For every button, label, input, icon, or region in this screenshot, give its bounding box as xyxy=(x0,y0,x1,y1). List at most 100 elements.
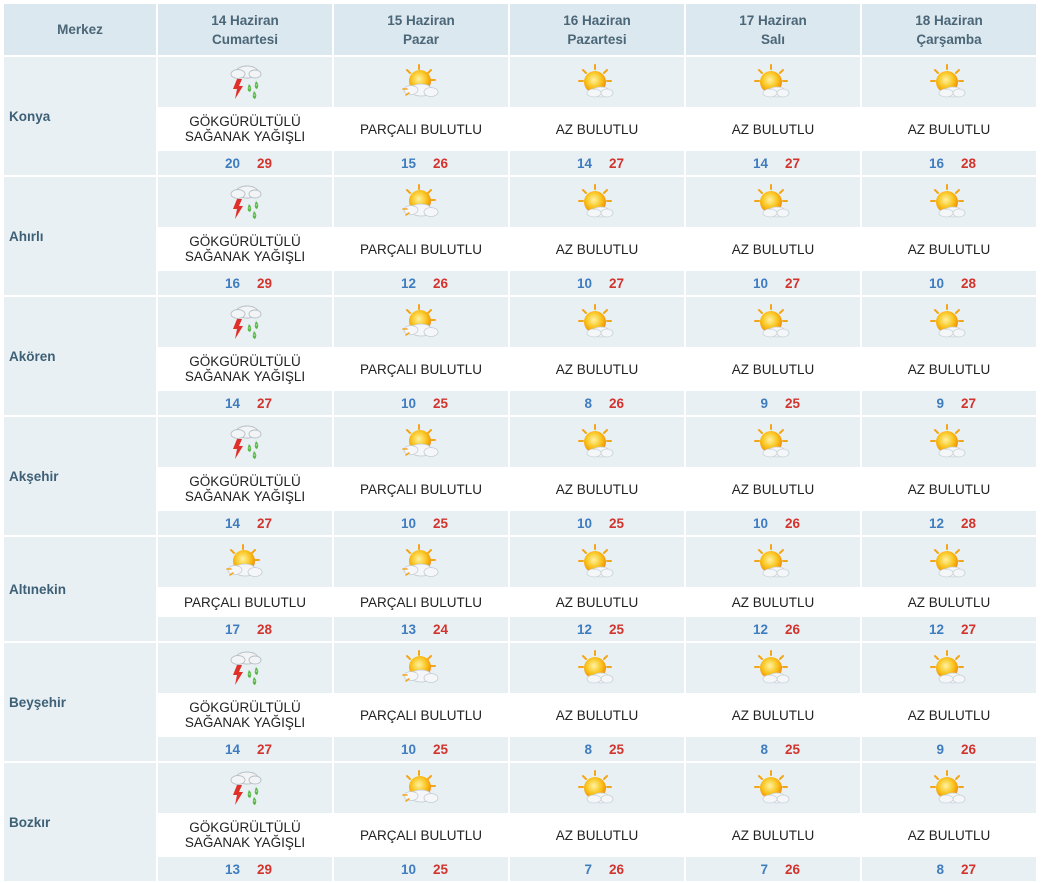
weather-description: GÖKGÜRÜLTÜLÜ SAĞANAK YAĞIŞLI xyxy=(158,469,332,509)
description-line: SAĞANAK YAĞIŞLI xyxy=(184,369,306,384)
description-line: AZ BULUTLU xyxy=(907,827,991,843)
weather-icon-cell xyxy=(334,417,508,467)
min-temperature: 9 xyxy=(936,741,944,757)
description-line: AZ BULUTLU xyxy=(907,707,991,723)
description-line: PARÇALI BULUTLU xyxy=(359,481,483,497)
min-temperature: 14 xyxy=(224,741,240,757)
max-temperature: 28 xyxy=(960,155,976,171)
city-name[interactable]: Konya xyxy=(4,57,156,175)
temperature-cell: 17 28 xyxy=(158,617,332,641)
min-temperature: 9 xyxy=(936,395,944,411)
weather-description: GÖKGÜRÜLTÜLÜ SAĞANAK YAĞIŞLI xyxy=(158,695,332,735)
description-line: PARÇALI BULUTLU xyxy=(359,121,483,137)
description-line: PARÇALI BULUTLU xyxy=(359,361,483,377)
max-temperature: 25 xyxy=(432,395,448,411)
thunderstorm-rain-icon xyxy=(225,62,265,102)
temperature-cell: 12 28 xyxy=(862,511,1036,535)
max-temperature: 25 xyxy=(432,741,448,757)
temperature-cell: 8 26 xyxy=(510,391,684,415)
min-temperature: 8 xyxy=(584,741,592,757)
description-line: AZ BULUTLU xyxy=(731,241,815,257)
min-temperature: 14 xyxy=(752,155,768,171)
weather-icon-cell xyxy=(862,537,1036,587)
weather-icon-cell xyxy=(510,763,684,813)
description-line: SAĞANAK YAĞIŞLI xyxy=(184,835,306,850)
weather-description: PARÇALI BULUTLU xyxy=(334,229,508,269)
max-temperature: 27 xyxy=(784,155,800,171)
description-line: AZ BULUTLU xyxy=(731,707,815,723)
city-name[interactable]: Ahırlı xyxy=(4,177,156,295)
max-temperature: 24 xyxy=(432,621,448,637)
day-weekday: Cumartesi xyxy=(211,31,279,47)
description-line: PARÇALI BULUTLU xyxy=(359,241,483,257)
city-temp-row: 14 27 10 25 8 26 9 25 9 27 xyxy=(4,391,1036,415)
max-temperature: 25 xyxy=(608,621,624,637)
description-line: AZ BULUTLU xyxy=(555,241,639,257)
description-line: AZ BULUTLU xyxy=(907,241,991,257)
weather-icon-cell xyxy=(510,177,684,227)
min-temperature: 10 xyxy=(400,741,416,757)
weather-description: PARÇALI BULUTLU xyxy=(334,589,508,615)
weather-description: AZ BULUTLU xyxy=(862,815,1036,855)
description-line: SAĞANAK YAĞIŞLI xyxy=(184,489,306,504)
min-temperature: 12 xyxy=(400,275,416,291)
weather-icon-cell xyxy=(158,177,332,227)
city-name[interactable]: Akören xyxy=(4,297,156,415)
city-desc-row: GÖKGÜRÜLTÜLÜ SAĞANAK YAĞIŞLI PARÇALI BULUT… xyxy=(4,109,1036,149)
min-temperature: 10 xyxy=(400,515,416,531)
mostly-sunny-icon xyxy=(577,768,617,808)
weather-icon-cell xyxy=(334,643,508,693)
city-icon-row: Akören xyxy=(4,297,1036,415)
weather-description: AZ BULUTLU xyxy=(510,109,684,149)
temperature-cell: 8 25 xyxy=(686,737,860,761)
weather-description: AZ BULUTLU xyxy=(862,589,1036,615)
description-line: AZ BULUTLU xyxy=(555,827,639,843)
temperature-cell: 14 27 xyxy=(158,737,332,761)
mostly-sunny-icon xyxy=(753,768,793,808)
description-line: AZ BULUTLU xyxy=(555,361,639,377)
description-line: AZ BULUTLU xyxy=(731,121,815,137)
description-line: AZ BULUTLU xyxy=(555,481,639,497)
weather-description: AZ BULUTLU xyxy=(510,349,684,389)
weather-description: PARÇALI BULUTLU xyxy=(334,109,508,149)
min-temperature: 8 xyxy=(584,395,592,411)
weather-description: AZ BULUTLU xyxy=(686,815,860,855)
partly-cloudy-icon xyxy=(401,542,441,582)
mostly-sunny-icon xyxy=(929,648,969,688)
mostly-sunny-icon xyxy=(753,648,793,688)
weather-icon-cell xyxy=(334,57,508,107)
day-date: 14 Haziran xyxy=(211,12,279,28)
min-temperature: 10 xyxy=(400,861,416,877)
forecast-table: Merkez 14 Haziran Cumartesi 15 Haziran Paz… xyxy=(2,2,1038,883)
description-line: AZ BULUTLU xyxy=(555,707,639,723)
mostly-sunny-icon xyxy=(577,182,617,222)
city-name[interactable]: Beyşehir xyxy=(4,643,156,761)
min-temperature: 12 xyxy=(576,621,592,637)
city-name[interactable]: Akşehir xyxy=(4,417,156,535)
weather-description: AZ BULUTLU xyxy=(686,589,860,615)
city-icon-row: Konya xyxy=(4,57,1036,175)
city-name[interactable]: Bozkır xyxy=(4,763,156,881)
city-desc-row: GÖKGÜRÜLTÜLÜ SAĞANAK YAĞIŞLI PARÇALI BULUT… xyxy=(4,469,1036,509)
weather-icon-cell xyxy=(510,537,684,587)
day-date: 16 Haziran xyxy=(563,12,631,28)
mostly-sunny-icon xyxy=(577,62,617,102)
min-temperature: 16 xyxy=(224,275,240,291)
temperature-cell: 10 27 xyxy=(686,271,860,295)
min-temperature: 14 xyxy=(224,395,240,411)
description-line: AZ BULUTLU xyxy=(731,481,815,497)
weather-description: AZ BULUTLU xyxy=(862,109,1036,149)
temperature-cell: 10 26 xyxy=(686,511,860,535)
description-line: AZ BULUTLU xyxy=(907,481,991,497)
center-column-header: Merkez xyxy=(4,4,156,55)
min-temperature: 20 xyxy=(224,155,240,171)
mostly-sunny-icon xyxy=(929,422,969,462)
description-line: SAĞANAK YAĞIŞLI xyxy=(184,249,306,264)
min-temperature: 10 xyxy=(752,275,768,291)
min-temperature: 9 xyxy=(760,395,768,411)
city-name[interactable]: Altınekin xyxy=(4,537,156,641)
description-line: AZ BULUTLU xyxy=(907,594,991,610)
partly-cloudy-icon xyxy=(401,648,441,688)
city-icon-row: Akşehir xyxy=(4,417,1036,535)
mostly-sunny-icon xyxy=(929,542,969,582)
